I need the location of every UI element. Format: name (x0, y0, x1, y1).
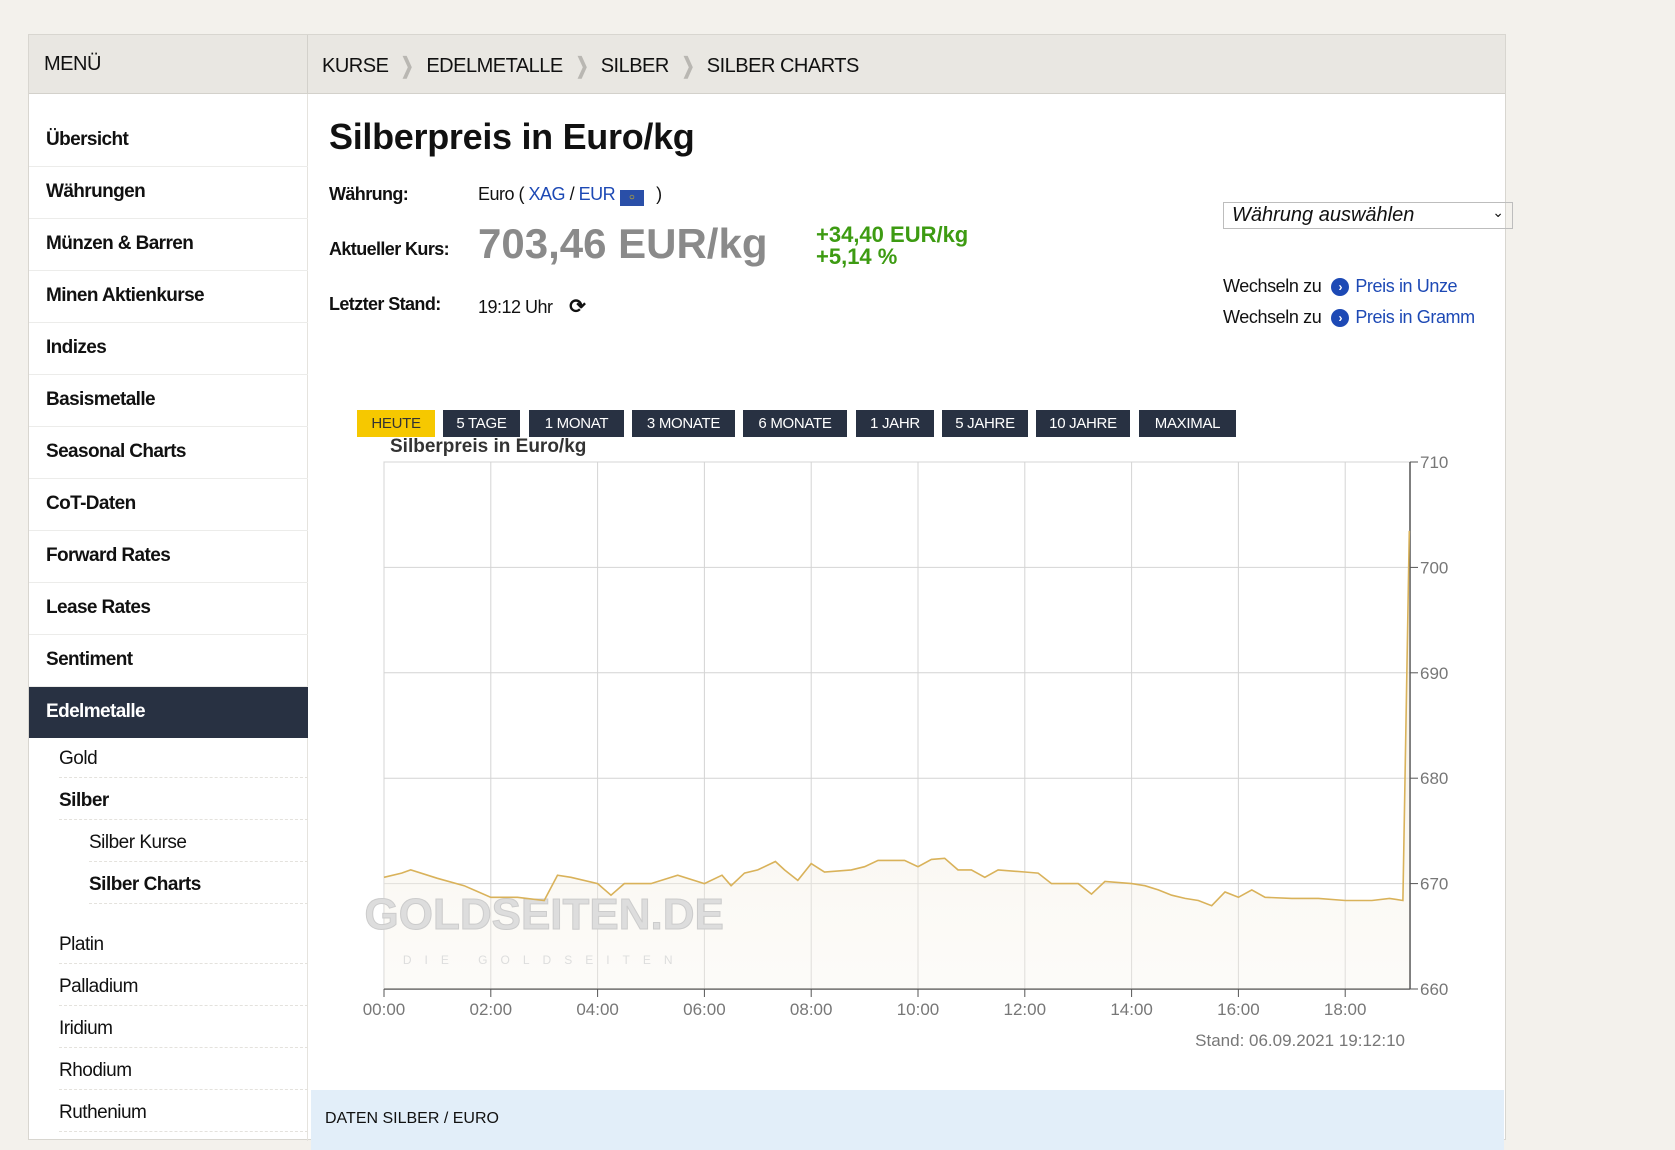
sidebar-item-seasonal-charts[interactable]: Seasonal Charts (29, 427, 308, 479)
sidebar-item-edelmetalle[interactable]: Edelmetalle (29, 687, 308, 738)
x-tick-label: 02:00 (470, 1000, 513, 1019)
menu-label[interactable]: MENÜ (29, 35, 308, 93)
sidebar-item-basismetalle[interactable]: Basismetalle (29, 375, 308, 427)
y-tick-label: 690 (1420, 664, 1448, 683)
y-tick-label: 710 (1420, 453, 1448, 472)
sidebar-sub-silber-kurse[interactable]: Silber Kurse (89, 822, 308, 862)
x-tick-label: 04:00 (576, 1000, 619, 1019)
x-tick-label: 18:00 (1324, 1000, 1367, 1019)
sidebar-item-sentiment[interactable]: Sentiment (29, 635, 308, 687)
sidebar-sub-silber-charts[interactable]: Silber Charts (89, 864, 308, 904)
y-tick-label: 660 (1420, 980, 1448, 999)
x-tick-label: 14:00 (1110, 1000, 1153, 1019)
sidebar-sub-silber[interactable]: Silber (59, 780, 308, 820)
x-tick-label: 00:00 (363, 1000, 406, 1019)
chart-title: Silberpreis in Euro/kg (390, 436, 586, 457)
sidebar-sub-rhodium[interactable]: Rhodium (59, 1050, 308, 1090)
sidebar-item-waehrungen[interactable]: Währungen (29, 167, 308, 219)
x-tick-label: 12:00 (1004, 1000, 1047, 1019)
y-tick-label: 670 (1420, 875, 1448, 894)
sidebar-item-lease-rates[interactable]: Lease Rates (29, 583, 308, 635)
watermark-logo: GOLDSEITEN.DE (365, 890, 724, 939)
sidebar-item-indizes[interactable]: Indizes (29, 323, 308, 375)
sidebar: Übersicht Währungen Münzen & Barren Mine… (29, 94, 308, 1141)
data-section-header: DATEN SILBER / EURO (311, 1090, 1504, 1150)
page-container: MENÜ KURSE ❯ EDELMETALLE ❯ SILBER ❯ SILBER … (28, 34, 1513, 1150)
chart-timestamp: Stand: 06.09.2021 19:12:10 (1195, 1031, 1405, 1050)
sidebar-sub-platin[interactable]: Platin (59, 924, 308, 964)
x-tick-label: 06:00 (683, 1000, 726, 1019)
sidebar-item-uebersicht[interactable]: Übersicht (29, 115, 308, 167)
sidebar-sub-palladium[interactable]: Palladium (59, 966, 308, 1006)
sidebar-sub-ruthenium[interactable]: Ruthenium (59, 1092, 308, 1132)
x-tick-label: 16:00 (1217, 1000, 1260, 1019)
x-tick-label: 10:00 (897, 1000, 940, 1019)
y-tick-label: 700 (1420, 558, 1448, 577)
price-chart: Silberpreis in Euro/kg 00:00 02:00 04:00 06:… (363, 436, 1449, 1050)
sidebar-item-minen-aktienkurse[interactable]: Minen Aktienkurse (29, 271, 308, 323)
sidebar-item-forward-rates[interactable]: Forward Rates (29, 531, 308, 583)
watermark-subtitle: DIE GOLDSEITEN (403, 953, 686, 967)
sidebar-sub-iridium[interactable]: Iridium (59, 1008, 308, 1048)
y-tick-label: 680 (1420, 769, 1448, 788)
sidebar-item-muenzen-barren[interactable]: Münzen & Barren (29, 219, 308, 271)
sidebar-item-cot-daten[interactable]: CoT-Daten (29, 479, 308, 531)
data-section-title: DATEN SILBER / EURO (325, 1110, 499, 1127)
sidebar-sub-gold[interactable]: Gold (59, 738, 308, 778)
x-tick-label: 08:00 (790, 1000, 833, 1019)
